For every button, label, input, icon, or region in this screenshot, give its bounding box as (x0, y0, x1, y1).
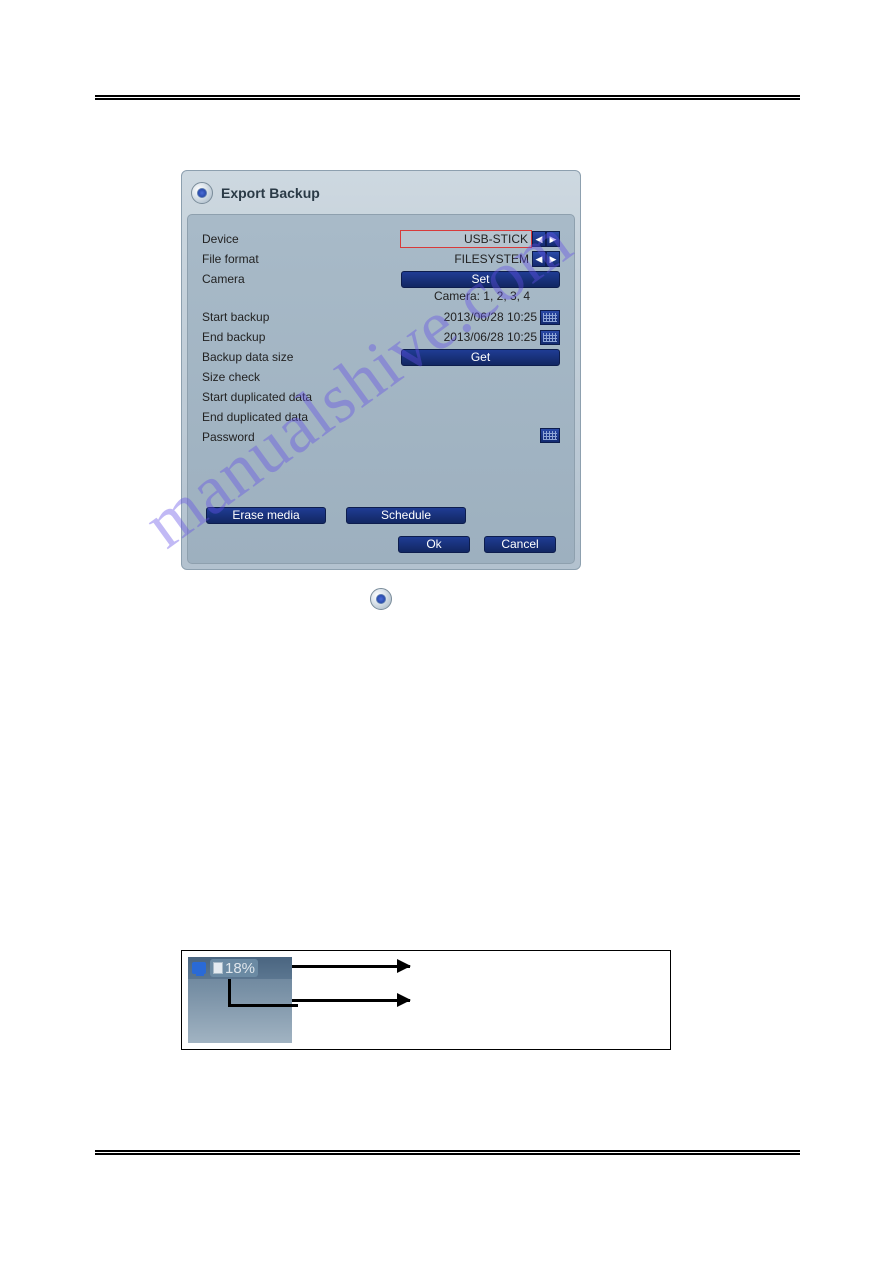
disc-icon (191, 182, 213, 204)
status-thumbnail: 18% (188, 957, 292, 1043)
row-end-backup: End backup 2013/06/28 10:25 (202, 327, 560, 347)
label-backup-size: Backup data size (202, 350, 401, 364)
callout-bracket-h (228, 1004, 298, 1007)
export-backup-dialog: Export Backup Device USB-STICK ◀ ▶ File … (181, 170, 581, 570)
device-prev-button[interactable]: ◀ (532, 231, 546, 247)
label-size-check: Size check (202, 370, 560, 384)
monitor-icon (192, 962, 206, 974)
row-size-check: Size check (202, 367, 560, 387)
label-file-format: File format (202, 252, 400, 266)
backup-size-get-button[interactable]: Get (401, 349, 560, 366)
callout-bracket (228, 979, 231, 1007)
end-backup-value: 2013/06/28 10:25 (408, 330, 540, 344)
dialog-titlebar: Export Backup (187, 176, 575, 214)
progress-percent: 18% (225, 960, 255, 977)
start-backup-keypad-icon[interactable] (540, 310, 560, 325)
start-backup-value: 2013/06/28 10:25 (408, 310, 540, 324)
callout-arrow-2 (292, 999, 410, 1002)
row-backup-size: Backup data size Get (202, 347, 560, 367)
bottom-rule (95, 1150, 800, 1155)
label-end-dup: End duplicated data (202, 410, 560, 424)
document-icon (213, 962, 223, 974)
device-next-button[interactable]: ▶ (546, 231, 560, 247)
device-value[interactable]: USB-STICK (400, 230, 532, 248)
status-bar: 18% (188, 957, 292, 979)
password-keypad-icon[interactable] (540, 428, 560, 443)
label-device: Device (202, 232, 400, 246)
dialog-body: Device USB-STICK ◀ ▶ File format FILESYS… (187, 214, 575, 564)
row-start-backup: Start backup 2013/06/28 10:25 (202, 307, 560, 327)
file-format-next-button[interactable]: ▶ (546, 251, 560, 267)
dialog-title: Export Backup (221, 185, 320, 201)
disc-icon-inline (370, 588, 392, 610)
progress-badge: 18% (210, 959, 258, 977)
row-password: Password (202, 427, 560, 447)
mid-button-row: Erase media Schedule (202, 507, 560, 524)
label-password: Password (202, 430, 540, 444)
bottom-button-row: Ok Cancel (202, 536, 560, 553)
row-end-dup: End duplicated data (202, 407, 560, 427)
file-format-prev-button[interactable]: ◀ (532, 251, 546, 267)
label-start-dup: Start duplicated data (202, 390, 560, 404)
row-file-format: File format FILESYSTEM ◀ ▶ (202, 249, 560, 269)
cancel-button[interactable]: Cancel (484, 536, 556, 553)
label-start-backup: Start backup (202, 310, 408, 324)
camera-selected: Camera: 1, 2, 3, 4 (202, 289, 560, 307)
schedule-button[interactable]: Schedule (346, 507, 466, 524)
row-camera: Camera Set (202, 269, 560, 289)
erase-media-button[interactable]: Erase media (206, 507, 326, 524)
status-callout-box: 18% (181, 950, 671, 1050)
ok-button[interactable]: Ok (398, 536, 470, 553)
end-backup-keypad-icon[interactable] (540, 330, 560, 345)
file-format-value: FILESYSTEM (400, 252, 532, 266)
callout-arrow-1 (292, 965, 410, 968)
label-end-backup: End backup (202, 330, 408, 344)
top-rule (95, 95, 800, 100)
label-camera: Camera (202, 272, 401, 286)
row-device: Device USB-STICK ◀ ▶ (202, 229, 560, 249)
row-start-dup: Start duplicated data (202, 387, 560, 407)
camera-set-button[interactable]: Set (401, 271, 560, 288)
